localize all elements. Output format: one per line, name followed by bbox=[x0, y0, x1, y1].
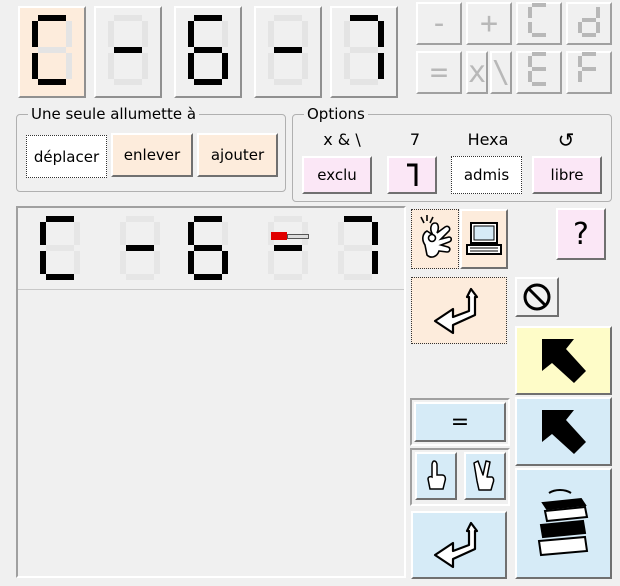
admis-button-label: admis bbox=[463, 166, 510, 184]
seven-style-button[interactable] bbox=[387, 156, 437, 194]
work-digit-segments bbox=[186, 216, 230, 286]
solution-next-button[interactable] bbox=[515, 397, 612, 466]
remove-button[interactable]: enlever bbox=[111, 133, 193, 177]
keypad-key-segments bbox=[576, 1, 602, 47]
arrow-up-left-icon bbox=[541, 338, 586, 383]
top-digit-tile[interactable]: 7 bbox=[330, 6, 398, 98]
undo-arrow-icon bbox=[433, 521, 479, 569]
work-digit[interactable]: - bbox=[118, 214, 166, 286]
keypad-key-segments bbox=[576, 50, 602, 96]
undo-button[interactable] bbox=[411, 277, 507, 344]
undo-arrow-icon bbox=[433, 287, 479, 334]
top-digit-tile[interactable]: C bbox=[18, 6, 86, 98]
add-button-label: ajouter bbox=[210, 146, 265, 164]
computer-player-button[interactable] bbox=[460, 209, 508, 269]
keypad-key-label: + bbox=[479, 6, 499, 41]
libre-button-label: libre bbox=[550, 166, 584, 184]
keypad-key[interactable]: F bbox=[566, 51, 612, 94]
keypad-key[interactable]: + bbox=[466, 2, 512, 45]
work-digit[interactable]: 6 bbox=[186, 214, 234, 286]
keypad-key[interactable]: C bbox=[516, 2, 562, 45]
keypad-key[interactable]: d bbox=[566, 2, 612, 45]
keypad-key-segments bbox=[526, 1, 552, 47]
top-digit-tile[interactable]: - bbox=[94, 6, 162, 98]
work-digit-segments bbox=[336, 216, 380, 286]
work-equation-strip: C-6-7 bbox=[18, 208, 404, 290]
arrow-up-left-icon bbox=[541, 409, 586, 454]
redo-button[interactable] bbox=[411, 511, 507, 579]
equals-button[interactable]: = bbox=[414, 402, 506, 442]
exclu-button-label: exclu bbox=[317, 166, 357, 184]
option-header-rotate: ↺ bbox=[557, 128, 575, 152]
keypad-key-label: - bbox=[429, 6, 449, 41]
help-button-label: ? bbox=[573, 216, 589, 252]
top-digit-segments bbox=[186, 13, 230, 91]
keypad-key[interactable]: x bbox=[466, 51, 488, 94]
ok-hand-icon bbox=[420, 215, 453, 258]
options-group-legend: Options bbox=[304, 105, 368, 123]
top-digit-segments bbox=[30, 13, 74, 91]
work-digit-segments bbox=[38, 216, 82, 286]
move-button-label: déplacer bbox=[33, 147, 100, 166]
keypad-key-label: = bbox=[429, 55, 449, 90]
top-digit-tile[interactable]: - bbox=[254, 6, 322, 98]
forbidden-icon bbox=[523, 283, 551, 311]
keypad-key[interactable]: = bbox=[416, 51, 462, 94]
equals-button-label: = bbox=[450, 409, 470, 435]
help-button[interactable]: ? bbox=[556, 208, 606, 260]
move-group-legend: Une seule allumette à bbox=[28, 105, 200, 123]
move-button[interactable]: déplacer bbox=[26, 135, 107, 178]
books-icon bbox=[537, 488, 588, 556]
library-button[interactable] bbox=[515, 468, 612, 579]
work-digit-segments bbox=[266, 216, 310, 286]
top-digit-segments bbox=[266, 13, 310, 91]
add-button[interactable]: ajouter bbox=[197, 133, 278, 177]
work-digit[interactable]: 7 bbox=[336, 214, 384, 286]
selected-match-icon[interactable] bbox=[271, 232, 309, 241]
top-digit-segments bbox=[106, 13, 150, 91]
work-digit[interactable]: - bbox=[266, 214, 314, 286]
two-matches-button[interactable] bbox=[464, 452, 506, 500]
solution-up-button[interactable] bbox=[515, 326, 612, 395]
option-header-seven: 7 bbox=[409, 130, 421, 149]
top-digit-tile[interactable]: 6 bbox=[174, 6, 242, 98]
admis-button[interactable]: admis bbox=[451, 156, 522, 194]
one-match-button[interactable] bbox=[415, 452, 457, 500]
keypad-key-label: x bbox=[467, 55, 487, 90]
keypad-key-label: \ bbox=[491, 55, 511, 90]
remove-button-label: enlever bbox=[123, 146, 181, 164]
exclu-button[interactable]: exclu bbox=[302, 156, 372, 194]
computer-icon bbox=[466, 222, 502, 255]
work-digit-segments bbox=[118, 216, 162, 286]
one-finger-icon bbox=[427, 460, 447, 490]
keypad-key[interactable]: \ bbox=[490, 51, 512, 94]
two-fingers-icon bbox=[473, 460, 495, 491]
keypad-key[interactable]: E bbox=[516, 51, 562, 94]
human-player-button[interactable] bbox=[411, 209, 459, 269]
option-header-mult-div: x & \ bbox=[323, 130, 361, 149]
keypad-key[interactable]: - bbox=[416, 2, 462, 45]
seven-style-icon bbox=[407, 163, 418, 186]
option-header-hexa: Hexa bbox=[467, 130, 509, 149]
top-digit-segments bbox=[342, 13, 386, 91]
cancel-button[interactable] bbox=[515, 277, 559, 317]
libre-button[interactable]: libre bbox=[532, 156, 602, 194]
keypad-key-segments bbox=[526, 50, 552, 96]
work-digit[interactable]: C bbox=[38, 214, 86, 286]
